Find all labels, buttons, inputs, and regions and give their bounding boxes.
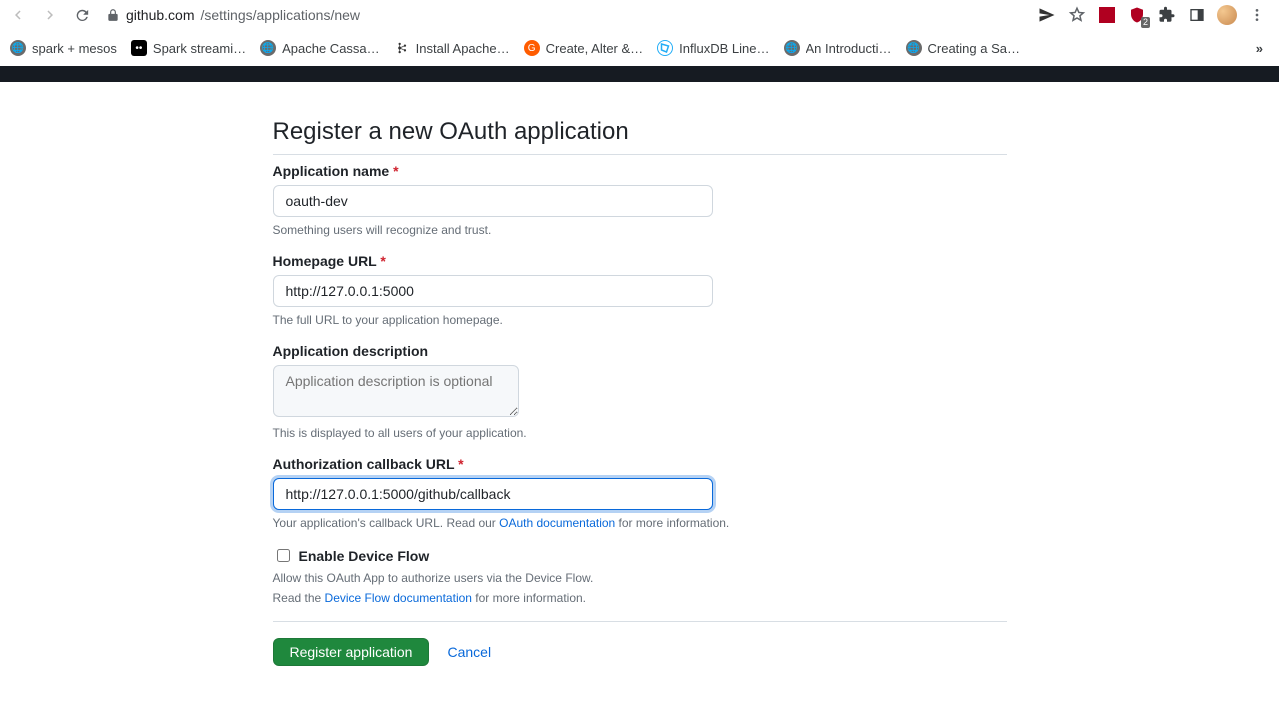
url-path: /settings/applications/new [200, 7, 360, 23]
kebab-menu-icon[interactable] [1247, 5, 1267, 25]
app-name-input[interactable] [273, 185, 713, 217]
url-host: github.com [126, 7, 194, 23]
app-name-label: Application name * [273, 163, 1007, 179]
device-flow-doc-link[interactable]: Device Flow documentation [325, 591, 472, 605]
extension-ublock-icon[interactable]: 2 [1127, 5, 1147, 25]
kafka-icon [394, 40, 410, 56]
bookmark-item[interactable]: Install Apache… [394, 40, 510, 56]
globe-icon: 🌐 [906, 40, 922, 56]
description-textarea[interactable] [273, 365, 519, 417]
homepage-url-note: The full URL to your application homepag… [273, 313, 1007, 327]
description-label: Application description [273, 343, 1007, 359]
side-panel-icon[interactable] [1187, 5, 1207, 25]
homepage-url-input[interactable] [273, 275, 713, 307]
device-flow-checkbox[interactable] [277, 549, 290, 562]
bookmark-item[interactable]: ••Spark streami… [131, 40, 246, 56]
back-button[interactable] [6, 3, 30, 27]
app-name-note: Something users will recognize and trust… [273, 223, 1007, 237]
page-title: Register a new OAuth application [273, 118, 1007, 155]
divider [273, 621, 1007, 622]
bookmarks-overflow[interactable]: » [1250, 41, 1269, 56]
favicon-icon: G [524, 40, 540, 56]
browser-toolbar: github.com/settings/applications/new 2 [0, 0, 1279, 30]
send-icon[interactable] [1037, 5, 1057, 25]
cancel-link[interactable]: Cancel [447, 644, 491, 660]
extensions-icon[interactable] [1157, 5, 1177, 25]
device-flow-note-2: Read the Device Flow documentation for m… [273, 591, 1007, 605]
lock-icon [106, 8, 120, 22]
globe-icon: 🌐 [260, 40, 276, 56]
bookmark-item[interactable]: 🌐An Introducti… [784, 40, 892, 56]
callback-url-label: Authorization callback URL * [273, 456, 1007, 472]
bookmark-item[interactable]: 🌐spark + mesos [10, 40, 117, 56]
github-header [0, 66, 1279, 82]
bookmark-item[interactable]: 🌐Apache Cassa… [260, 40, 380, 56]
extension-noscript-icon[interactable] [1097, 5, 1117, 25]
bookmark-item[interactable]: InfluxDB Line… [657, 40, 769, 56]
callback-url-input[interactable] [273, 478, 713, 510]
star-icon[interactable] [1067, 5, 1087, 25]
register-button[interactable]: Register application [273, 638, 430, 666]
device-flow-note-1: Allow this OAuth App to authorize users … [273, 571, 1007, 585]
globe-icon: 🌐 [784, 40, 800, 56]
influxdb-icon [657, 40, 673, 56]
forward-button[interactable] [38, 3, 62, 27]
bookmark-item[interactable]: GCreate, Alter &… [524, 40, 644, 56]
toolbar-actions: 2 [1037, 5, 1273, 25]
device-flow-label: Enable Device Flow [299, 548, 430, 564]
oauth-doc-link[interactable]: OAuth documentation [499, 516, 615, 530]
description-note: This is displayed to all users of your a… [273, 426, 1007, 440]
profile-avatar[interactable] [1217, 5, 1237, 25]
address-bar[interactable]: github.com/settings/applications/new [106, 7, 360, 23]
homepage-url-label: Homepage URL * [273, 253, 1007, 269]
bookmark-item[interactable]: 🌐Creating a Sa… [906, 40, 1021, 56]
medium-icon: •• [131, 40, 147, 56]
callback-url-note: Your application's callback URL. Read ou… [273, 516, 1007, 530]
globe-icon: 🌐 [10, 40, 26, 56]
bookmarks-bar: 🌐spark + mesos ••Spark streami… 🌐Apache … [0, 30, 1279, 66]
reload-button[interactable] [70, 3, 94, 27]
